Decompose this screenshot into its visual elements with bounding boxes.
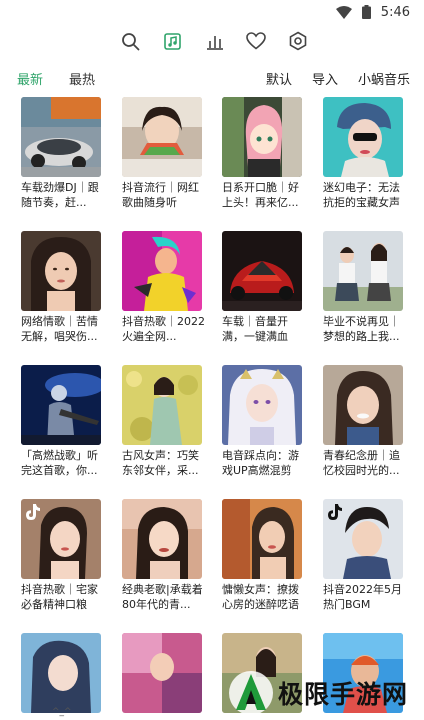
music-note-icon[interactable] [162, 31, 182, 51]
playlist-title: 慵懒女声：撩拨心房的迷醉呓语 [222, 583, 299, 611]
playlist-card[interactable]: 抖音热歌｜宅家必备精神口粮 [21, 499, 107, 612]
playlist-card[interactable]: 车载｜音量开满，一键满血 [222, 231, 308, 344]
battery-icon [361, 5, 371, 19]
playlist-cover [323, 231, 403, 311]
playlist-cover [323, 365, 403, 445]
playlist-card[interactable]: 古风女声：巧笑东邻女伴，采... [122, 365, 208, 478]
bar-chart-icon[interactable] [204, 31, 224, 51]
playlist-card[interactable]: 车载劲爆DJ｜跟随节奏，赶... [21, 97, 107, 210]
import-button[interactable]: 导入 [312, 69, 338, 88]
playlist-title: 古风女声：巧笑东邻女伴，采... [122, 449, 199, 477]
playlist-card[interactable]: 经典老歌|承载着80年代的青... [122, 499, 208, 612]
tab-latest[interactable]: 最新 [17, 69, 43, 88]
playlist-cover [122, 633, 202, 713]
search-icon[interactable] [120, 31, 140, 51]
tiktok-logo-icon [26, 504, 40, 520]
tiktok-logo-icon [328, 504, 342, 520]
playlist-title: 青春纪念册｜追忆校园时光的... [323, 449, 400, 477]
playlist-cover [323, 97, 403, 177]
default-button[interactable]: 默认 [266, 69, 292, 88]
playlist-title: 抖音热歌｜2022火遍全网... [122, 315, 205, 343]
playlist-card[interactable]: 抖音2022年5月热门BGM [323, 499, 409, 612]
heart-icon[interactable] [246, 31, 266, 51]
playlist-title: 车载｜音量开满，一键满血 [222, 315, 288, 343]
playlist-card[interactable]: 「高燃战歌」听完这首歌，你... [21, 365, 107, 478]
tab-hottest[interactable]: 最热 [69, 69, 95, 88]
playlist-cover [222, 365, 302, 445]
status-bar: 5:46 [0, 0, 424, 24]
xiaowo-music-button[interactable]: 小蜗音乐 [358, 69, 410, 88]
playlist-card[interactable]: 毕业不说再见｜梦想的路上我... [323, 231, 409, 344]
playlist-cover [323, 499, 403, 579]
hexagon-settings-icon[interactable] [288, 31, 308, 51]
playlist-title: 网络情歌｜苦情无解，唱哭伤... [21, 315, 98, 343]
playlist-title: 抖音流行｜网红歌曲随身听 [122, 181, 199, 209]
playlist-cover [122, 499, 202, 579]
watermark-logo-icon [229, 671, 273, 715]
playlist-title: 日系开口脆｜好上头！再来亿... [222, 181, 299, 209]
playlist-cover [122, 231, 202, 311]
playlist-title: 抖音热歌｜宅家必备精神口粮 [21, 583, 98, 611]
playlist-card[interactable]: 抖音热歌｜2022火遍全网... [122, 231, 208, 344]
playlist-cover [122, 97, 202, 177]
playlist-card[interactable] [122, 633, 208, 720]
bottom-hint: ^_^ [52, 707, 72, 717]
playlist-title: 抖音2022年5月热门BGM [323, 583, 402, 611]
playlist-title: 迷幻电子：无法抗拒的宝藏女声 [323, 181, 400, 209]
playlist-title: 毕业不说再见｜梦想的路上我... [323, 315, 400, 343]
playlist-card[interactable]: 慵懒女声：撩拨心房的迷醉呓语 [222, 499, 308, 612]
status-time: 5:46 [380, 4, 410, 20]
sort-tabs: 最新 最热 默认 导入 小蜗音乐 [0, 58, 424, 98]
playlist-cover [21, 633, 101, 713]
playlist-card[interactable]: 青春纪念册｜追忆校园时光的... [323, 365, 409, 478]
playlist-cover [21, 231, 101, 311]
watermark-text: 极限手游网 [278, 680, 409, 709]
playlist-title: 车载劲爆DJ｜跟随节奏，赶... [21, 181, 99, 209]
playlist-card[interactable]: 抖音流行｜网红歌曲随身听 [122, 97, 208, 210]
playlist-title: 经典老歌|承载着80年代的青... [122, 583, 203, 611]
playlist-cover [21, 499, 101, 579]
playlist-cover [21, 365, 101, 445]
playlist-card[interactable]: 网络情歌｜苦情无解，唱哭伤... [21, 231, 107, 344]
playlist-cover [222, 231, 302, 311]
playlist-cover [122, 365, 202, 445]
playlist-card[interactable]: 日系开口脆｜好上头！再来亿... [222, 97, 308, 210]
playlist-cover [222, 499, 302, 579]
playlist-title: 电音踩点向：游戏UP高燃混剪 [222, 449, 299, 477]
site-watermark: 极限手游网 [228, 666, 424, 720]
wifi-icon [335, 5, 352, 19]
playlist-cover [21, 97, 101, 177]
playlist-card[interactable]: 迷幻电子：无法抗拒的宝藏女声 [323, 97, 409, 210]
playlist-card[interactable]: 电音踩点向：游戏UP高燃混剪 [222, 365, 308, 478]
playlist-cover [222, 97, 302, 177]
top-toolbar [0, 26, 424, 56]
playlist-title: 「高燃战歌」听完这首歌，你... [21, 449, 98, 477]
